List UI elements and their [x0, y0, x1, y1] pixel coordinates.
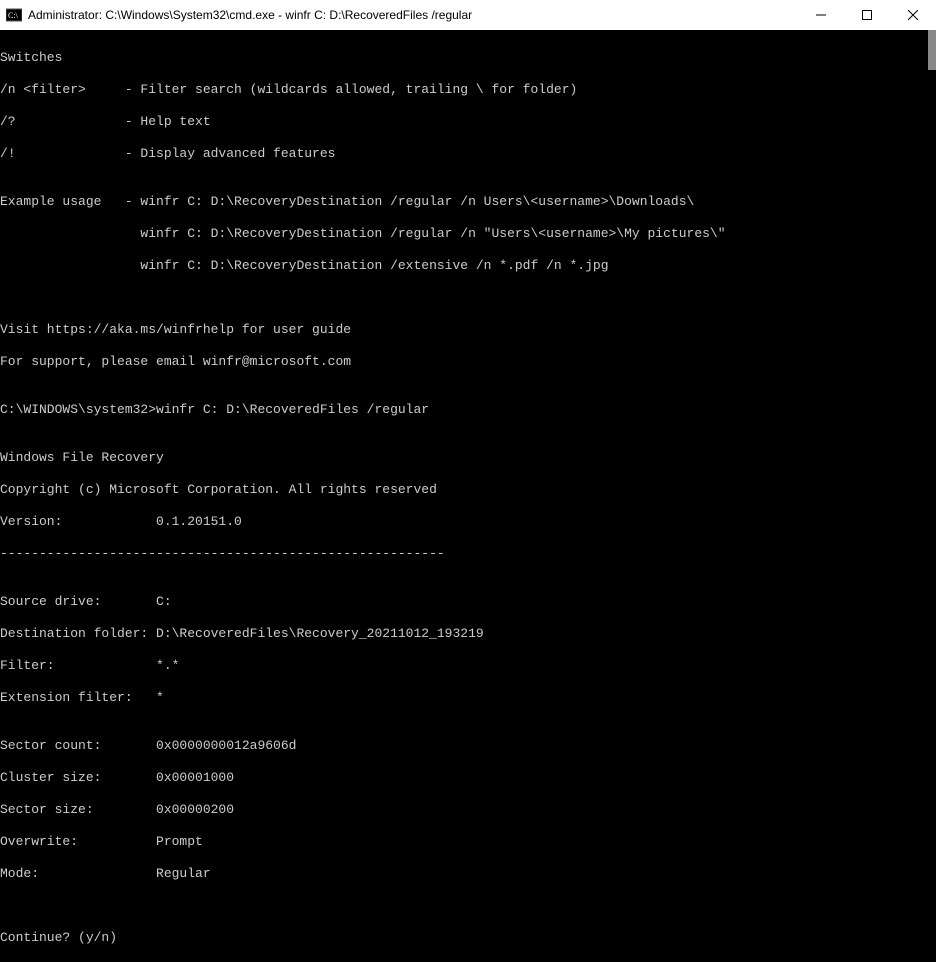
svg-text:C:\: C:\: [8, 11, 19, 20]
scrollbar-thumb[interactable]: [928, 30, 936, 70]
terminal-line: Continue? (y/n): [0, 930, 936, 946]
terminal-line: Cluster size: 0x00001000: [0, 770, 936, 786]
terminal-line: Mode: Regular: [0, 866, 936, 882]
terminal-line: Filter: *.*: [0, 658, 936, 674]
terminal-line: Visit https://aka.ms/winfrhelp for user …: [0, 322, 936, 338]
terminal-line: /? - Help text: [0, 114, 936, 130]
terminal-line: Example usage - winfr C: D:\RecoveryDest…: [0, 194, 936, 210]
terminal-line: Sector count: 0x0000000012a9606d: [0, 738, 936, 754]
terminal-line: For support, please email winfr@microsof…: [0, 354, 936, 370]
terminal-line: Source drive: C:: [0, 594, 936, 610]
terminal-line: Destination folder: D:\RecoveredFiles\Re…: [0, 626, 936, 642]
terminal-line: winfr C: D:\RecoveryDestination /extensi…: [0, 258, 936, 274]
close-button[interactable]: [890, 0, 936, 30]
terminal-line: Extension filter: *: [0, 690, 936, 706]
minimize-button[interactable]: [798, 0, 844, 30]
window-title: Administrator: C:\Windows\System32\cmd.e…: [28, 8, 798, 22]
titlebar[interactable]: C:\ Administrator: C:\Windows\System32\c…: [0, 0, 936, 30]
cmd-icon: C:\: [6, 7, 22, 23]
terminal-line: /! - Display advanced features: [0, 146, 936, 162]
terminal-line: /n <filter> - Filter search (wildcards a…: [0, 82, 936, 98]
terminal-line: Sector size: 0x00000200: [0, 802, 936, 818]
terminal-line: Windows File Recovery: [0, 450, 936, 466]
terminal-line: ----------------------------------------…: [0, 546, 936, 562]
terminal-line: Overwrite: Prompt: [0, 834, 936, 850]
terminal-line: Version: 0.1.20151.0: [0, 514, 936, 530]
terminal-line: Copyright (c) Microsoft Corporation. All…: [0, 482, 936, 498]
window-controls: [798, 0, 936, 30]
terminal-line: winfr C: D:\RecoveryDestination /regular…: [0, 226, 936, 242]
terminal-line: C:\WINDOWS\system32>winfr C: D:\Recovere…: [0, 402, 936, 418]
terminal-output[interactable]: Switches /n <filter> - Filter search (wi…: [0, 30, 936, 569]
maximize-button[interactable]: [844, 0, 890, 30]
terminal-line: Switches: [0, 50, 936, 66]
